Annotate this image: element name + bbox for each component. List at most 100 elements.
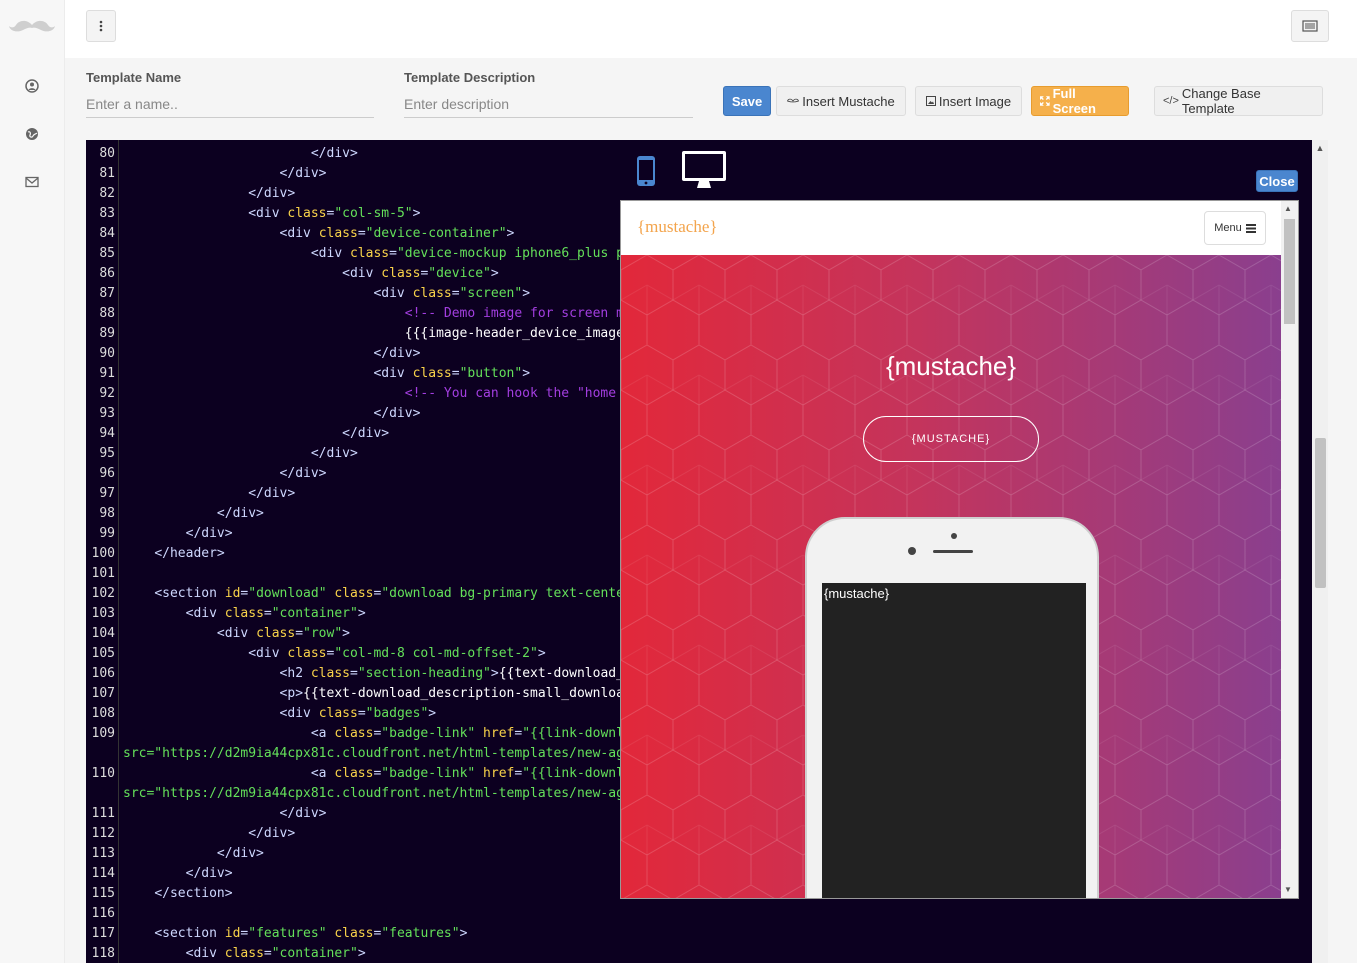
code-text: <!-- You can hook the "home b xyxy=(404,386,632,401)
line-number: 84 xyxy=(99,226,115,241)
code-text: </div> xyxy=(279,466,327,481)
change-base-template-button[interactable]: </> Change Base Template xyxy=(1154,86,1323,116)
line-number: 96 xyxy=(99,466,115,481)
code-text: </div> xyxy=(279,806,327,821)
full-screen-label: Full Screen xyxy=(1052,86,1096,116)
preview-brand[interactable]: {mustache} xyxy=(637,217,718,237)
change-base-template-label: Change Base Template xyxy=(1181,86,1261,116)
insert-image-label: Insert Image xyxy=(938,93,1012,109)
preview-frame: {mustache} Menu {mustache} {MUSTACHE} {m… xyxy=(620,200,1299,899)
more-menu-button[interactable] xyxy=(86,10,116,42)
code-text: <h2 class="section-heading">{{text-downl… xyxy=(279,666,632,681)
preview-menu-button[interactable]: Menu xyxy=(1204,211,1266,245)
template-description-input[interactable] xyxy=(404,90,693,118)
phone-screen: {mustache} xyxy=(822,583,1086,898)
template-name-label: Template Name xyxy=(86,70,182,85)
editor-scroll-thumb[interactable] xyxy=(1315,438,1326,588)
code-text: <a class="badge-link" href="{{link-downl… xyxy=(310,726,632,741)
template-name-input[interactable] xyxy=(86,90,374,118)
line-number: 109 xyxy=(91,726,115,741)
insert-mustache-label: Insert Mustache xyxy=(802,93,895,109)
mail-icon[interactable] xyxy=(22,172,42,192)
code-text: <p>{{text-download_description-small_dow… xyxy=(279,686,624,701)
line-number: 85 xyxy=(99,246,115,261)
cta-label: {MUSTACHE} xyxy=(911,433,991,445)
preview-navbar: {mustache} Menu xyxy=(621,201,1281,255)
line-number: 93 xyxy=(99,406,115,421)
line-number: 107 xyxy=(91,686,115,701)
code-text: <div class="device-mockup iphone6_plus p… xyxy=(310,246,632,261)
code-text: </div> xyxy=(310,446,358,461)
code-line: 116 xyxy=(86,904,1312,924)
line-number: 91 xyxy=(99,366,115,381)
code-wrapped-line: src="https://d2m9ia44cpx81c.cloudfront.n… xyxy=(123,786,632,801)
code-text: <div class="container"> xyxy=(185,946,366,961)
full-screen-button[interactable]: Full Screen xyxy=(1031,86,1129,116)
preview-scroll-up-icon[interactable]: ▲ xyxy=(1284,204,1292,213)
insert-mustache-button[interactable]: Insert Mustache xyxy=(776,86,906,116)
code-text: {{{image-header_device_image- xyxy=(404,326,632,341)
code-text: </div> xyxy=(185,866,233,881)
preview-scroll-down-icon[interactable]: ▼ xyxy=(1284,885,1292,894)
line-number: 94 xyxy=(99,426,115,441)
scroll-up-arrow-icon[interactable]: ▲ xyxy=(1314,142,1326,154)
code-text: </div> xyxy=(279,166,327,181)
line-number: 90 xyxy=(99,346,115,361)
code-text: <div class="col-sm-5"> xyxy=(248,206,421,221)
save-button[interactable]: Save xyxy=(723,86,771,116)
line-number: 100 xyxy=(91,546,115,561)
code-text: <div class="col-md-8 col-md-offset-2"> xyxy=(248,646,546,661)
code-text: <div class="device"> xyxy=(342,266,499,281)
code-text: <div class="container"> xyxy=(185,606,366,621)
code-text: </section> xyxy=(154,886,233,901)
line-number: 105 xyxy=(91,646,115,661)
template-description-label: Template Description xyxy=(404,70,536,85)
line-number: 110 xyxy=(91,766,115,781)
line-number: 92 xyxy=(99,386,115,401)
line-number: 104 xyxy=(91,626,115,641)
code-text: </div> xyxy=(248,486,296,501)
line-number: 83 xyxy=(99,206,115,221)
code-line: 117 <section id="features" class="featur… xyxy=(86,924,1312,944)
code-text: <!-- Demo image for screen mo xyxy=(404,306,632,321)
line-number: 99 xyxy=(99,526,115,541)
insert-image-button[interactable]: Insert Image xyxy=(915,86,1022,116)
sliders-icon xyxy=(1302,20,1318,32)
line-number: 114 xyxy=(91,866,115,881)
code-text: <div class="device-container"> xyxy=(279,226,515,241)
line-number: 113 xyxy=(91,846,115,861)
line-number: 116 xyxy=(91,906,115,921)
hero-cta-button[interactable]: {MUSTACHE} xyxy=(863,416,1039,462)
line-number: 81 xyxy=(99,166,115,181)
line-number: 86 xyxy=(99,266,115,281)
line-number: 117 xyxy=(91,926,115,941)
settings-toggle-button[interactable] xyxy=(1291,10,1329,42)
mobile-device-icon[interactable] xyxy=(636,155,656,187)
save-label: Save xyxy=(731,93,763,109)
globe-icon[interactable] xyxy=(22,124,42,144)
code-text: </div> xyxy=(342,426,390,441)
menu-label: Menu xyxy=(1214,222,1242,234)
code-text: <div class="row"> xyxy=(216,626,350,641)
hamburger-icon xyxy=(1245,223,1256,233)
desktop-device-icon[interactable] xyxy=(681,150,727,190)
preview-scroll-thumb[interactable] xyxy=(1284,219,1295,324)
mustache-logo-icon[interactable] xyxy=(8,16,56,36)
close-label: Close xyxy=(1259,173,1295,189)
mustache-icon xyxy=(787,98,800,103)
line-number: 102 xyxy=(91,586,115,601)
line-number: 95 xyxy=(99,446,115,461)
line-number: 106 xyxy=(91,666,115,681)
code-text: <section id="features" class="features"> xyxy=(154,926,468,941)
code-text: </div> xyxy=(373,406,421,421)
close-preview-button[interactable]: Close xyxy=(1256,170,1298,192)
line-number: 87 xyxy=(99,286,115,301)
phone-sensor xyxy=(951,533,957,539)
left-nav-rail xyxy=(0,0,65,963)
code-text: <div class="button"> xyxy=(373,366,531,381)
code-text: </div> xyxy=(185,526,233,541)
user-icon[interactable] xyxy=(22,76,42,96)
top-bar xyxy=(65,0,1357,58)
code-icon: </> xyxy=(1163,95,1179,107)
code-text: </header> xyxy=(154,546,225,561)
